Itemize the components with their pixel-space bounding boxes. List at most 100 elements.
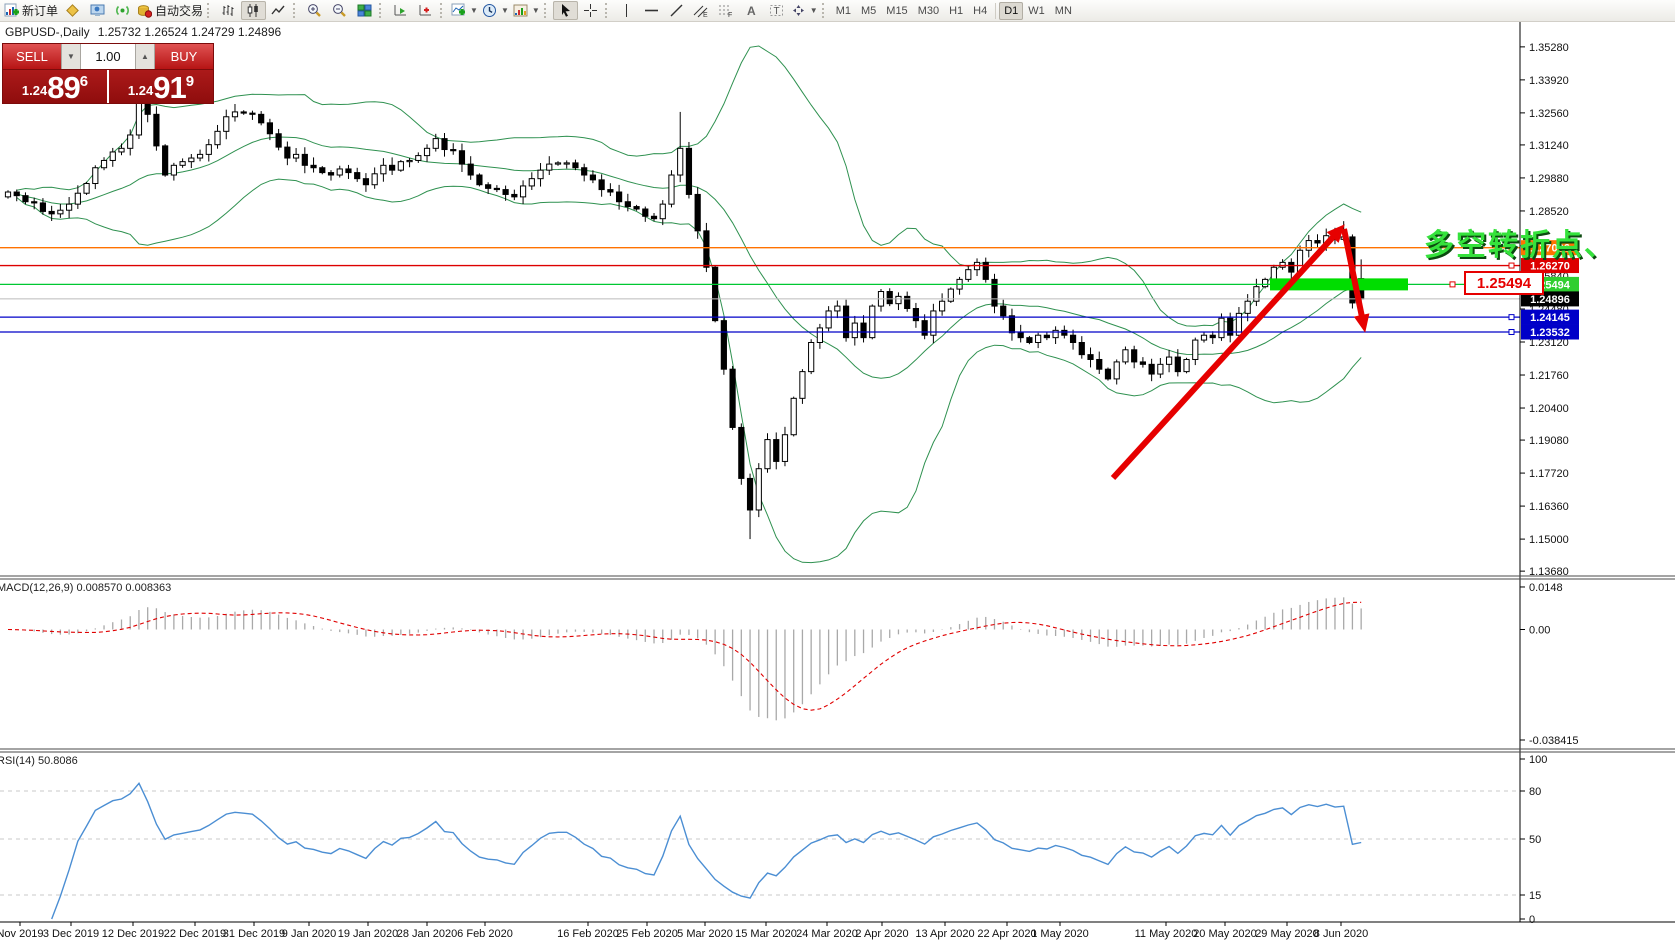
crosshair-tool-button[interactable] xyxy=(578,1,603,20)
chevron-down-icon: ▼ xyxy=(809,6,818,15)
svg-text:15: 15 xyxy=(1529,890,1541,902)
svg-text:80: 80 xyxy=(1529,786,1541,798)
svg-text:Nov 2019: Nov 2019 xyxy=(0,928,44,940)
volume-input[interactable] xyxy=(81,44,135,69)
horizontal-line-tool[interactable] xyxy=(639,1,664,20)
zoom-out-button[interactable] xyxy=(327,1,352,20)
volume-decrease-button[interactable]: ▼ xyxy=(61,44,81,69)
svg-text:0.0148: 0.0148 xyxy=(1529,582,1563,594)
svg-text:1.29880: 1.29880 xyxy=(1529,173,1569,185)
zoom-in-icon xyxy=(308,4,321,17)
line-handle[interactable] xyxy=(1508,314,1515,321)
crosshair-icon xyxy=(583,4,597,17)
chart-shift-button[interactable] xyxy=(413,1,438,20)
svg-text:1.24145: 1.24145 xyxy=(1530,312,1570,324)
timeframe-button-M1[interactable]: M1 xyxy=(831,2,856,20)
svg-text:1.13680: 1.13680 xyxy=(1529,566,1569,578)
toolbar-grip xyxy=(440,3,445,18)
svg-text:1.24896: 1.24896 xyxy=(1530,294,1570,306)
quotes-button[interactable] xyxy=(60,1,85,20)
bar-chart-icon xyxy=(222,5,234,16)
buy-price[interactable]: 1.24 91 9 xyxy=(109,70,213,103)
svg-text:12 Dec 2019: 12 Dec 2019 xyxy=(102,928,164,940)
bar-chart-button[interactable] xyxy=(216,1,241,20)
timeframe-button-MN[interactable]: MN xyxy=(1050,2,1077,20)
timeframe-button-D1[interactable]: D1 xyxy=(999,1,1024,20)
cursor-tool-button[interactable] xyxy=(552,1,578,20)
chart-canvas: 1.35280 1.33920 1.32560 1.31240 1.29880 1.285… xyxy=(0,22,1675,944)
indicators-button[interactable]: ▼ xyxy=(449,1,480,20)
buy-price-prefix: 1.24 xyxy=(127,83,154,98)
auto-scroll-button[interactable] xyxy=(388,1,413,20)
chart-shift-icon xyxy=(419,5,432,16)
templates-button[interactable]: ▼ xyxy=(511,1,542,20)
buy-price-big: 91 xyxy=(153,69,186,105)
fibonacci-tool[interactable]: F xyxy=(714,1,739,20)
svg-text:-0.038415: -0.038415 xyxy=(1529,735,1579,747)
new-order-icon xyxy=(4,3,19,17)
svg-text:31 Dec 2019: 31 Dec 2019 xyxy=(223,928,285,940)
auto-scroll-icon xyxy=(394,5,407,16)
vertical-line-icon xyxy=(625,4,627,17)
trendline-tool[interactable] xyxy=(664,1,689,20)
zoom-in-button[interactable] xyxy=(302,1,327,20)
svg-text:8 Jun 2020: 8 Jun 2020 xyxy=(1314,928,1368,940)
text-tool[interactable]: A xyxy=(739,1,764,20)
sell-button[interactable]: SELL xyxy=(3,44,61,69)
label-tool[interactable]: T xyxy=(764,1,789,20)
timeframe-button-W1[interactable]: W1 xyxy=(1023,2,1050,20)
tile-windows-button[interactable] xyxy=(352,1,377,20)
turning-point-annotation[interactable]: 多空转折点、 xyxy=(1424,220,1616,264)
line-handle[interactable] xyxy=(1508,329,1515,336)
candlestick-chart-icon xyxy=(247,4,258,17)
timeframe-button-M30[interactable]: M30 xyxy=(913,2,944,20)
svg-text:5 Mar 2020: 5 Mar 2020 xyxy=(677,928,733,940)
symbol-period-label: GBPUSD-,Daily xyxy=(5,25,90,39)
candlestick-chart-button[interactable] xyxy=(241,1,267,20)
time-axis[interactable]: Nov 2019 3 Dec 2019 12 Dec 2019 22 Dec 2019… xyxy=(0,922,1675,944)
zoom-out-icon xyxy=(333,4,346,17)
svg-text:1.23532: 1.23532 xyxy=(1530,327,1570,339)
buy-price-pip: 9 xyxy=(185,73,195,90)
signals-icon xyxy=(116,5,129,16)
channel-tool[interactable]: E xyxy=(689,1,714,20)
tile-windows-icon xyxy=(357,4,372,17)
svg-text:22 Apr 2020: 22 Apr 2020 xyxy=(977,928,1036,940)
label-icon: T xyxy=(769,5,783,17)
market-watch-button[interactable] xyxy=(85,1,110,20)
macd-label: MACD(12,26,9) 0.008570 0.008363 xyxy=(0,582,172,594)
periods-button[interactable]: ▼ xyxy=(480,1,511,20)
timeframe-button-M5[interactable]: M5 xyxy=(856,2,881,20)
svg-text:13 Apr 2020: 13 Apr 2020 xyxy=(915,928,974,940)
signals-button[interactable] xyxy=(110,1,135,20)
timeframe-button-H4[interactable]: H4 xyxy=(968,2,992,20)
arrows-tool[interactable]: ▼ xyxy=(789,1,820,20)
volume-increase-button[interactable]: ▲ xyxy=(135,44,155,69)
svg-text:1.32560: 1.32560 xyxy=(1529,108,1569,120)
ohlc-values: 1.25732 1.26524 1.24729 1.24896 xyxy=(97,25,282,39)
line-chart-button[interactable] xyxy=(266,1,291,20)
timeframe-button-H1[interactable]: H1 xyxy=(944,2,968,20)
timeframe-button-M15[interactable]: M15 xyxy=(881,2,912,20)
line-chart-icon xyxy=(271,5,285,15)
support-price-box[interactable]: 1.25494 xyxy=(1464,271,1544,295)
toolbar-grip xyxy=(207,3,212,18)
market-watch-icon xyxy=(90,4,105,16)
sell-price[interactable]: 1.24 89 6 xyxy=(3,70,109,103)
svg-text:1.33920: 1.33920 xyxy=(1529,75,1569,87)
pricebox-handle[interactable] xyxy=(1449,281,1456,288)
svg-text:15 Mar 2020: 15 Mar 2020 xyxy=(735,928,797,940)
svg-text:50: 50 xyxy=(1529,834,1541,846)
price-axis[interactable]: 1.35280 1.33920 1.32560 1.31240 1.29880 1.285… xyxy=(1520,22,1675,926)
vertical-line-tool[interactable] xyxy=(614,1,639,20)
autotrading-button[interactable]: 自动交易 xyxy=(135,1,205,20)
toolbar-grip xyxy=(543,3,549,18)
arrows-icon xyxy=(792,5,804,16)
svg-text:1.15000: 1.15000 xyxy=(1529,534,1569,546)
svg-text:11 May 2020: 11 May 2020 xyxy=(1135,928,1198,940)
chevron-down-icon: ▼ xyxy=(500,6,509,15)
text-icon: A xyxy=(747,4,756,18)
buy-button[interactable]: BUY xyxy=(155,44,213,69)
svg-text:1.28520: 1.28520 xyxy=(1529,206,1569,218)
new-order-button[interactable]: 新订单 xyxy=(2,1,60,20)
